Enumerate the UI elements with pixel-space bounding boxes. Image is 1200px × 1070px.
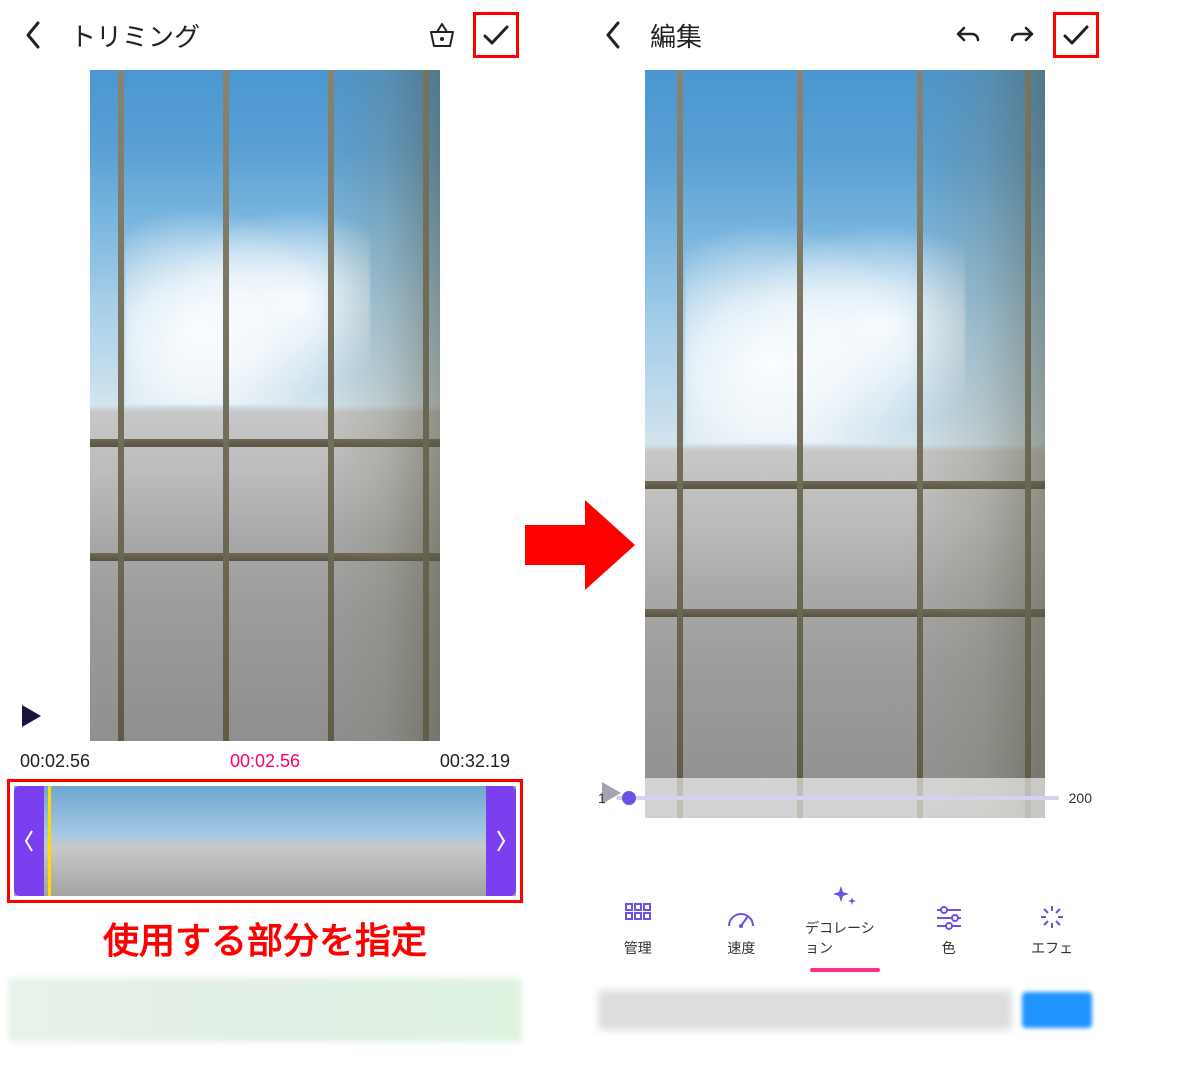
timeline-playhead[interactable]: [48, 786, 51, 896]
trim-handle-right[interactable]: [486, 786, 516, 896]
play-icon: [19, 703, 43, 729]
right-header: 編集: [580, 0, 1110, 70]
slider-min: 1: [598, 790, 606, 806]
grid-icon: [624, 902, 652, 930]
confirm-button[interactable]: [1058, 17, 1094, 53]
tool-label: 管理: [624, 938, 652, 958]
redo-button[interactable]: [1004, 17, 1040, 53]
chevron-left-icon: [24, 21, 44, 49]
tool-decoration[interactable]: デコレーション: [805, 882, 885, 958]
trim-timeline[interactable]: [14, 786, 516, 896]
left-screen: トリミング 00:02.56 00:02.5: [0, 0, 530, 1050]
basket-button[interactable]: [424, 17, 460, 53]
left-header: トリミング: [0, 0, 530, 70]
tool-label: エフェ: [1031, 938, 1073, 958]
redo-icon: [1008, 23, 1036, 47]
trim-timeline-highlight: [10, 782, 520, 900]
trim-handle-left[interactable]: [14, 786, 44, 896]
sliders-icon: [935, 904, 963, 930]
right-screen: 編集 1: [580, 0, 1110, 1050]
preview-image: [90, 70, 440, 741]
tab-indicator: [810, 968, 880, 972]
undo-button[interactable]: [950, 17, 986, 53]
time-start: 00:02.56: [20, 751, 90, 772]
tool-effect[interactable]: エフェ: [1012, 904, 1092, 958]
back-button[interactable]: [596, 17, 632, 53]
slider-knob[interactable]: [622, 791, 636, 805]
chevron-right-icon: [495, 821, 507, 861]
basket-icon: [427, 21, 457, 49]
undo-icon: [954, 23, 982, 47]
ad-banner: [8, 978, 522, 1042]
gauge-icon: [726, 904, 756, 930]
back-button[interactable]: [16, 17, 52, 53]
tool-label: デコレーション: [805, 918, 885, 958]
timecodes: 00:02.56 00:02.56 00:32.19: [0, 741, 530, 778]
page-title: 編集: [650, 17, 702, 54]
tool-color[interactable]: 色: [909, 904, 989, 958]
annotation-callout: 使用する部分を指定: [0, 904, 530, 978]
speed-slider-row: 1 200: [590, 778, 1100, 818]
play-button[interactable]: [16, 701, 46, 731]
check-icon: [1062, 23, 1090, 47]
time-current: 00:02.56: [230, 751, 300, 772]
time-end: 00:32.19: [440, 751, 510, 772]
burst-icon: [1039, 904, 1065, 930]
tool-label: 速度: [727, 938, 755, 958]
chevron-left-icon: [604, 21, 624, 49]
ad-banner: [588, 978, 1102, 1042]
tool-manage[interactable]: 管理: [598, 902, 678, 958]
video-preview: [0, 70, 530, 741]
slider-max: 200: [1069, 790, 1092, 806]
edit-toolbar: 管理 速度 デコレーション: [580, 818, 1110, 968]
tool-label: 色: [942, 938, 956, 958]
tool-speed[interactable]: 速度: [701, 904, 781, 958]
arrow-annotation: [520, 490, 640, 600]
speed-slider[interactable]: [616, 796, 1059, 800]
confirm-button[interactable]: [478, 17, 514, 53]
sparkle-icon: [831, 882, 859, 910]
check-icon: [482, 23, 510, 47]
chevron-left-icon: [23, 821, 35, 861]
preview-image: [645, 70, 1045, 818]
page-title: トリミング: [70, 17, 200, 54]
video-preview: 1 200: [580, 70, 1110, 818]
